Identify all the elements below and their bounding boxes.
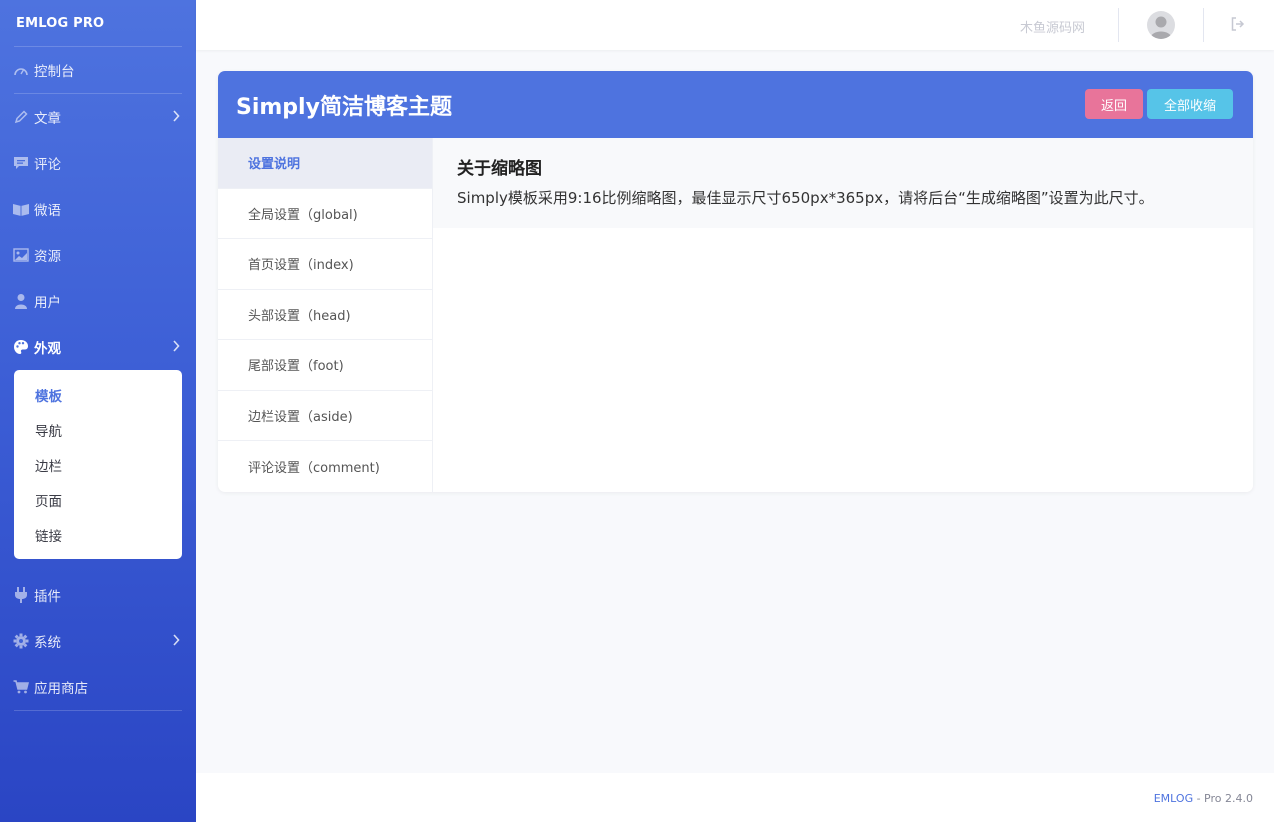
- sidebar-item-label: 控制台: [34, 64, 75, 80]
- footer-version-text: - Pro 2.4.0: [1196, 792, 1253, 805]
- sidebar-item-label: 系统: [34, 635, 61, 651]
- plug-icon: [12, 587, 30, 603]
- sidebar-item-dashboard[interactable]: 控制台: [0, 47, 196, 93]
- sidebar-item-plugins[interactable]: 插件: [0, 572, 196, 618]
- sidebar-item-appearance[interactable]: 外观: [0, 324, 196, 370]
- topbar: 木鱼源码网: [196, 0, 1274, 50]
- tab-foot[interactable]: 尾部设置（foot): [218, 340, 432, 391]
- page-title: Simply简洁博客主题: [236, 94, 452, 120]
- appearance-submenu: 模板 导航 边栏 页面 链接: [14, 370, 182, 559]
- tab-aside[interactable]: 边栏设置（aside): [218, 391, 432, 441]
- chevron-right-icon: [173, 634, 180, 646]
- card-header: Simply简洁博客主题 返回 全部收缩: [218, 71, 1253, 138]
- card-body: 设置说明 全局设置（global) 首页设置（index) 头部设置（head)…: [218, 138, 1253, 492]
- avatar[interactable]: [1147, 11, 1175, 39]
- settings-tabs: 设置说明 全局设置（global) 首页设置（index) 头部设置（head)…: [218, 138, 433, 492]
- topbar-divider: [1203, 8, 1204, 42]
- palette-icon: [12, 339, 30, 355]
- tab-head[interactable]: 头部设置（head): [218, 290, 432, 340]
- back-button[interactable]: 返回: [1085, 89, 1143, 119]
- brand-logo[interactable]: EMLOG PRO: [0, 0, 196, 46]
- theme-settings-card: Simply简洁博客主题 返回 全部收缩 设置说明 全局设置（global) 首…: [218, 71, 1253, 492]
- logout-icon[interactable]: [1231, 17, 1245, 31]
- submenu-item-sidebar[interactable]: 边栏: [14, 447, 182, 482]
- sidebar-item-label: 外观: [34, 341, 61, 357]
- dashboard-icon: [12, 62, 30, 78]
- sidebar-item-label: 应用商店: [34, 681, 88, 697]
- sidebar-item-users[interactable]: 用户: [0, 278, 196, 324]
- sidebar-item-system[interactable]: 系统: [0, 618, 196, 664]
- tab-instructions[interactable]: 设置说明: [218, 138, 432, 189]
- sidebar-item-resources[interactable]: 资源: [0, 232, 196, 278]
- avatar-icon: [1150, 16, 1172, 39]
- footer-brand-link[interactable]: EMLOG: [1154, 792, 1193, 805]
- sidebar-item-articles[interactable]: 文章: [0, 94, 196, 140]
- sidebar: EMLOG PRO 控制台 文章 评论 微语 资源 用户 外观 模板 导航 边栏…: [0, 0, 196, 822]
- cart-icon: [12, 679, 30, 695]
- comment-icon: [12, 155, 30, 171]
- tab-comment[interactable]: 评论设置（comment): [218, 441, 432, 492]
- sidebar-item-label: 微语: [34, 203, 61, 219]
- tab-content: 关于缩略图 Simply模板采用9:16比例缩略图，最佳显示尺寸650px*36…: [433, 138, 1253, 492]
- chevron-right-icon: [173, 110, 180, 122]
- sidebar-item-comments[interactable]: 评论: [0, 140, 196, 186]
- sidebar-item-label: 评论: [34, 157, 61, 173]
- submenu-item-templates[interactable]: 模板: [14, 377, 182, 412]
- sidebar-item-label: 文章: [34, 111, 61, 127]
- submenu-item-navigation[interactable]: 导航: [14, 412, 182, 447]
- chevron-right-icon: [173, 340, 180, 352]
- chat-icon: [12, 201, 30, 217]
- section-title: 关于缩略图: [457, 159, 542, 179]
- tab-index[interactable]: 首页设置（index): [218, 239, 432, 290]
- section-text: Simply模板采用9:16比例缩略图，最佳显示尺寸650px*365px，请将…: [457, 189, 1154, 207]
- sidebar-item-label: 插件: [34, 589, 61, 605]
- footer: EMLOG - Pro 2.4.0: [196, 773, 1274, 822]
- gear-icon: [12, 633, 30, 649]
- pencil-icon: [12, 109, 30, 125]
- sidebar-divider: [14, 710, 182, 711]
- sidebar-item-label: 资源: [34, 249, 61, 265]
- collapse-all-button[interactable]: 全部收缩: [1147, 89, 1233, 119]
- sidebar-item-microposts[interactable]: 微语: [0, 186, 196, 232]
- tab-global[interactable]: 全局设置（global): [218, 189, 432, 239]
- sidebar-item-label: 用户: [34, 295, 61, 311]
- site-name-link[interactable]: 木鱼源码网: [1020, 17, 1085, 36]
- thumbnail-info-panel: 关于缩略图 Simply模板采用9:16比例缩略图，最佳显示尺寸650px*36…: [433, 138, 1253, 228]
- submenu-item-links[interactable]: 链接: [14, 517, 182, 552]
- image-icon: [12, 247, 30, 263]
- sidebar-item-app-store[interactable]: 应用商店: [0, 664, 196, 710]
- footer-version: EMLOG - Pro 2.4.0: [1154, 792, 1253, 805]
- topbar-divider: [1118, 8, 1119, 42]
- user-icon: [12, 293, 30, 309]
- submenu-item-pages[interactable]: 页面: [14, 482, 182, 517]
